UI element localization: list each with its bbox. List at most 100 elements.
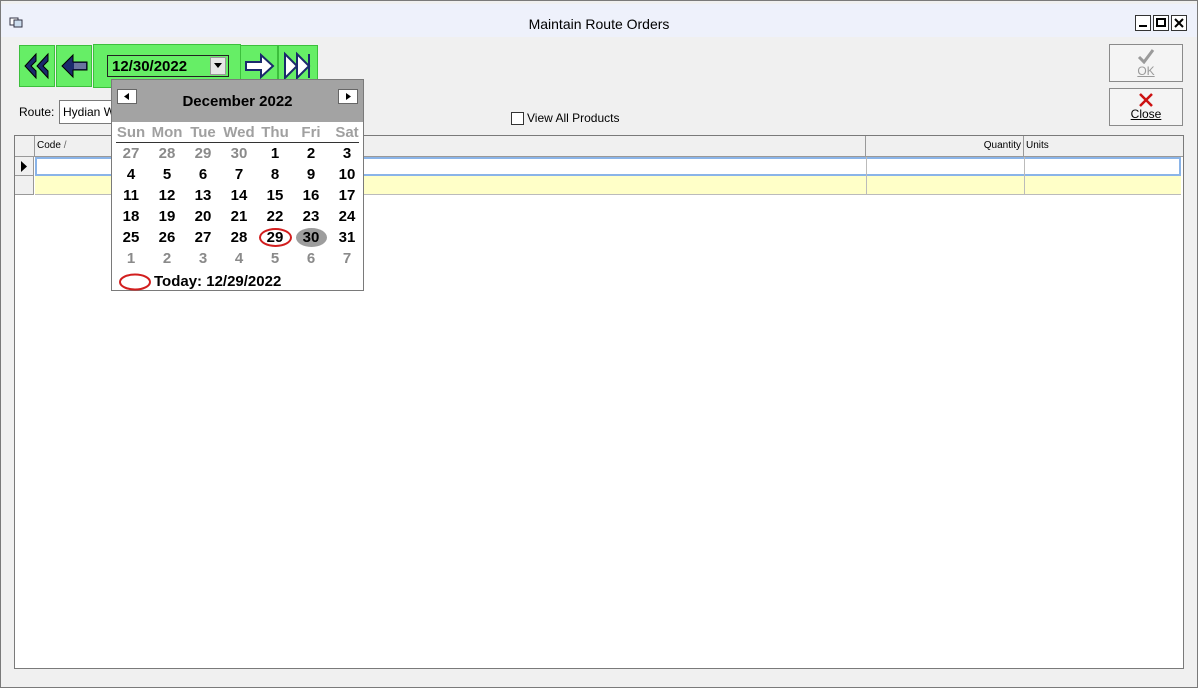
cell-divider	[1024, 176, 1025, 195]
calendar-day[interactable]: 25	[113, 227, 149, 248]
calendar-day[interactable]: 27	[113, 143, 149, 164]
weekday-sat: Sat	[335, 124, 359, 141]
view-all-label: View All Products	[527, 111, 620, 125]
right-triangle-icon	[346, 93, 351, 100]
weekday-thu: Thu	[261, 124, 289, 141]
view-all-checkbox[interactable]	[511, 111, 524, 125]
route-label: Route:	[19, 105, 55, 119]
calendar-day[interactable]: 30	[221, 143, 257, 164]
maximize-button[interactable]	[1153, 15, 1169, 31]
calendar-day[interactable]: 3	[329, 143, 365, 164]
close-x-icon	[1139, 93, 1153, 107]
calendar-popup[interactable]: December 2022 Today: 12/29/2022 Sun Mon Tu…	[111, 79, 364, 291]
calendar-day[interactable]: 22	[257, 206, 293, 227]
view-all-products-option[interactable]: View All Products	[511, 111, 620, 125]
column-header-quantity[interactable]: Quantity	[866, 136, 1024, 157]
calendar-day[interactable]: 1	[113, 248, 149, 269]
calendar-day[interactable]: 6	[185, 164, 221, 185]
weekday-fri: Fri	[301, 124, 321, 141]
date-value[interactable]: 12/30/2022	[108, 58, 210, 75]
next-month-button[interactable]	[338, 89, 358, 104]
column-header-units[interactable]: Units	[1024, 136, 1183, 157]
row-selector[interactable]	[15, 157, 34, 176]
calendar-day[interactable]: 17	[329, 185, 365, 206]
row-selector[interactable]	[15, 176, 34, 195]
calendar-day[interactable]: 15	[257, 185, 293, 206]
today-ring-icon	[119, 273, 151, 291]
date-dropdown-button[interactable]	[210, 57, 226, 75]
calendar-day[interactable]: 23	[293, 206, 329, 227]
sort-indicator-icon: /	[63, 140, 67, 151]
left-arrow-icon	[61, 53, 88, 79]
calendar-day[interactable]: 10	[329, 164, 365, 185]
date-picker[interactable]: 12/30/2022	[107, 55, 229, 77]
today-link[interactable]: Today: 12/29/2022	[154, 273, 281, 290]
first-date-button[interactable]	[19, 45, 55, 87]
cell-divider	[866, 157, 867, 176]
calendar-day[interactable]: 7	[221, 164, 257, 185]
previous-date-button[interactable]	[56, 45, 92, 87]
close-icon	[1174, 18, 1184, 28]
calendar-day[interactable]: 3	[185, 248, 221, 269]
chevron-down-icon	[214, 63, 222, 68]
calendar-day[interactable]: 1	[257, 143, 293, 164]
column-units-label: Units	[1026, 140, 1049, 151]
calendar-day[interactable]: 5	[257, 248, 293, 269]
cell-divider	[1024, 157, 1025, 176]
route-select[interactable]: Hydian W	[59, 100, 115, 124]
calendar-day[interactable]: 5	[149, 164, 185, 185]
window-title: Maintain Route Orders	[528, 16, 670, 32]
calendar-day[interactable]: 27	[185, 227, 221, 248]
calendar-day[interactable]: 4	[113, 164, 149, 185]
close-window-button[interactable]	[1171, 15, 1187, 31]
calendar-day[interactable]: 31	[329, 227, 365, 248]
calendar-day[interactable]: 14	[221, 185, 257, 206]
weekday-wed: Wed	[223, 124, 255, 141]
cell-divider	[866, 176, 867, 195]
close-label: Close	[1130, 107, 1162, 121]
calendar-day[interactable]: 16	[293, 185, 329, 206]
today-day-ring	[259, 228, 292, 247]
route-value: Hydian W	[63, 105, 115, 119]
double-left-arrow-icon	[24, 52, 49, 80]
header-corner	[15, 136, 35, 157]
calendar-day[interactable]: 13	[185, 185, 221, 206]
calendar-day[interactable]: 29	[185, 143, 221, 164]
calendar-day[interactable]: 30	[293, 227, 329, 248]
calendar-month-title: December 2022	[182, 93, 293, 110]
calendar-day[interactable]: 24	[329, 206, 365, 227]
weekday-sun: Sun	[116, 124, 146, 141]
calendar-day[interactable]: 12	[149, 185, 185, 206]
calendar-day[interactable]: 19	[149, 206, 185, 227]
app-window: Maintain Route Orders 12/30/2022 Route: …	[0, 0, 1198, 688]
window-controls	[1135, 15, 1187, 31]
calendar-day[interactable]: 21	[221, 206, 257, 227]
calendar-day[interactable]: 26	[149, 227, 185, 248]
calendar-day[interactable]: 28	[221, 227, 257, 248]
close-button[interactable]: Close	[1109, 88, 1183, 126]
calendar-day[interactable]: 20	[185, 206, 221, 227]
calendar-day[interactable]: 9	[293, 164, 329, 185]
calendar-day[interactable]: 18	[113, 206, 149, 227]
current-row-arrow-icon	[21, 161, 27, 172]
right-arrow-icon	[245, 52, 275, 80]
minimize-icon	[1139, 25, 1147, 27]
calendar-day[interactable]: 4	[221, 248, 257, 269]
minimize-button[interactable]	[1135, 15, 1151, 31]
calendar-day[interactable]: 11	[113, 185, 149, 206]
calendar-day[interactable]: 2	[293, 143, 329, 164]
ok-button[interactable]: OK	[1109, 44, 1183, 82]
weekday-tue: Tue	[190, 124, 216, 141]
ok-label: OK	[1137, 64, 1155, 78]
calendar-day[interactable]: 8	[257, 164, 293, 185]
weekday-mon: Mon	[151, 124, 183, 141]
calendar-day[interactable]: 7	[329, 248, 365, 269]
maximize-icon	[1156, 18, 1166, 27]
calendar-day[interactable]: 2	[149, 248, 185, 269]
title-bar: Maintain Route Orders	[1, 4, 1197, 40]
column-quantity-label: Quantity	[983, 140, 1021, 151]
double-right-arrow-icon	[284, 51, 311, 81]
column-code-label: Code	[37, 140, 61, 151]
calendar-day[interactable]: 6	[293, 248, 329, 269]
calendar-day[interactable]: 28	[149, 143, 185, 164]
